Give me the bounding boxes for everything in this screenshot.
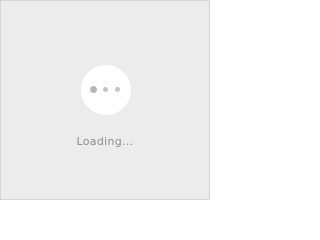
loading-dots-icon bbox=[81, 65, 131, 115]
loading-label: Loading... bbox=[76, 135, 134, 148]
loading-dot bbox=[115, 87, 120, 92]
loading-dot bbox=[103, 87, 108, 92]
loading-panel: Loading... bbox=[0, 0, 210, 200]
loading-dot bbox=[90, 86, 97, 93]
